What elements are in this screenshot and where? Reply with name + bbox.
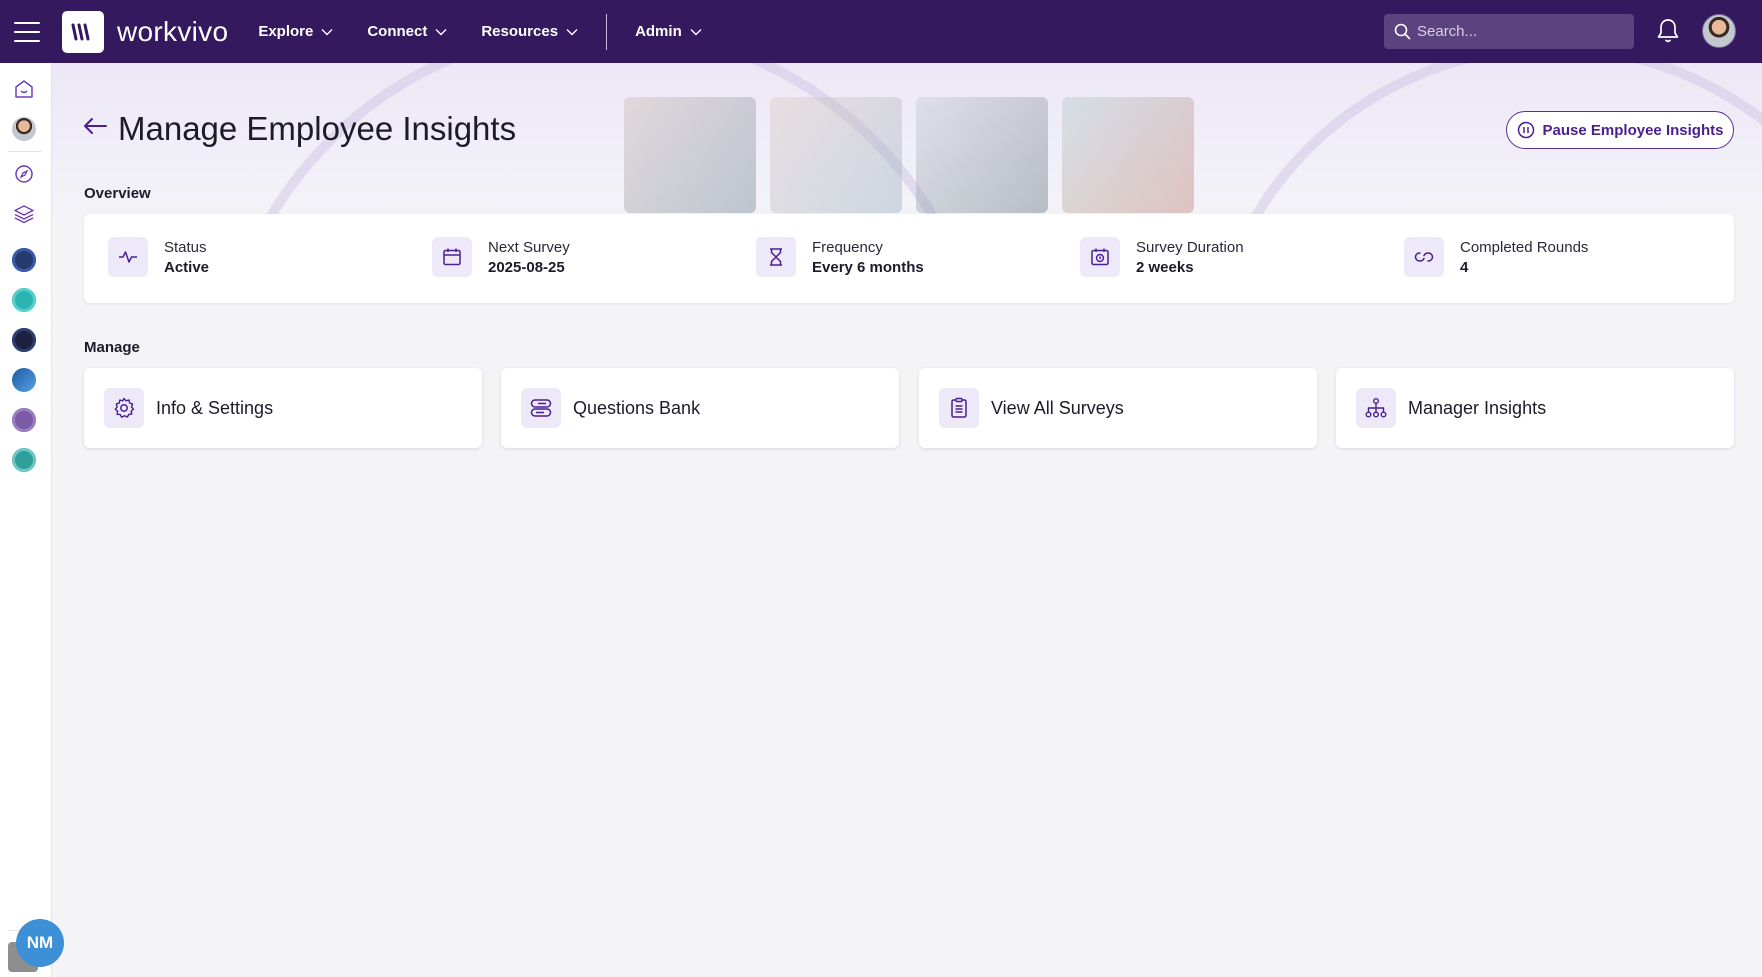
notifications-bell-icon[interactable] [1656, 18, 1680, 49]
view-all-surveys-card[interactable]: View All Surveys [919, 368, 1317, 448]
space-avatar-4[interactable] [12, 368, 36, 392]
space-avatar-3[interactable] [12, 328, 36, 352]
manager-insights-card[interactable]: Manager Insights [1336, 368, 1734, 448]
nav-divider [606, 13, 608, 50]
overview-value: Active [164, 259, 210, 276]
timer-icon [1080, 237, 1120, 277]
overview-value: 2025-08-25 [488, 259, 565, 276]
left-sidebar [0, 63, 52, 977]
overview-item-next-survey: Next Survey 2025-08-25 [432, 237, 570, 278]
nav-connect-label: Connect [367, 23, 428, 40]
gear-icon [104, 388, 144, 428]
hero-photo-4 [1062, 97, 1194, 213]
hero-photo-2 [770, 97, 902, 213]
database-icon [521, 388, 561, 428]
manage-heading: Manage [84, 339, 140, 356]
back-arrow-icon[interactable] [82, 116, 108, 141]
chevron-down-icon [321, 28, 333, 35]
pause-button-label: Pause Employee Insights [1542, 121, 1724, 139]
overview-label: Survey Duration [1136, 239, 1244, 256]
chevron-down-icon [690, 28, 702, 35]
top-navigation-bar: workvivo Explore Connect Resources Admin [0, 0, 1762, 63]
space-avatar-2[interactable] [12, 288, 36, 312]
loop-icon [1404, 237, 1444, 277]
pause-circle-icon [1517, 121, 1534, 139]
chevron-down-icon [566, 28, 578, 35]
overview-heading: Overview [84, 185, 151, 202]
overview-label: Frequency [812, 239, 883, 256]
card-label: View All Surveys [991, 397, 1124, 418]
search-input[interactable] [1417, 23, 1617, 40]
hourglass-icon [756, 237, 796, 277]
overview-item-frequency: Frequency Every 6 months [756, 237, 924, 278]
page-title: Manage Employee Insights [118, 110, 517, 147]
clipboard-icon [939, 388, 979, 428]
overview-item-completed-rounds: Completed Rounds 4 [1404, 237, 1588, 278]
nav-connect[interactable]: Connect [367, 23, 447, 40]
nav-resources[interactable]: Resources [481, 23, 578, 40]
hero-photo-3 [916, 97, 1048, 213]
profile-avatar[interactable] [12, 117, 36, 141]
card-label: Questions Bank [573, 397, 701, 418]
space-avatar-5[interactable] [12, 408, 36, 432]
calendar-icon [432, 237, 472, 277]
overview-label: Status [164, 239, 207, 256]
overview-item-survey-duration: Survey Duration 2 weeks [1080, 237, 1244, 278]
main-nav: Explore Connect Resources Admin [258, 0, 735, 63]
pause-employee-insights-button[interactable]: Pause Employee Insights [1506, 111, 1734, 149]
search-box[interactable] [1384, 14, 1634, 49]
chevron-down-icon [435, 28, 447, 35]
hero-photo-1 [624, 97, 756, 213]
card-label: Manager Insights [1408, 397, 1547, 418]
org-chart-icon [1356, 388, 1396, 428]
nav-explore[interactable]: Explore [258, 23, 333, 40]
nav-admin[interactable]: Admin [635, 23, 702, 40]
overview-label: Next Survey [488, 239, 570, 256]
overview-card: Status Active Next Survey 2025-08-25 Fre… [84, 214, 1734, 303]
sidebar-divider [8, 151, 42, 152]
workvivo-logo-icon[interactable] [62, 10, 104, 53]
logo-text: workvivo [117, 15, 229, 47]
layers-icon[interactable] [12, 202, 36, 226]
search-icon [1394, 23, 1411, 40]
home-icon[interactable] [12, 77, 36, 101]
activity-icon [108, 237, 148, 277]
nav-resources-label: Resources [481, 23, 559, 40]
user-avatar[interactable] [1702, 14, 1736, 48]
space-avatar-6[interactable] [12, 448, 36, 472]
overview-value: Every 6 months [812, 259, 924, 276]
overview-value: 2 weeks [1136, 259, 1194, 276]
questions-bank-card[interactable]: Questions Bank [501, 368, 899, 448]
hamburger-menu-icon[interactable] [14, 21, 40, 42]
overview-item-status: Status Active [108, 237, 209, 278]
overview-label: Completed Rounds [1460, 239, 1589, 256]
compass-icon[interactable] [12, 162, 36, 186]
user-initials-badge[interactable]: NM [16, 919, 64, 967]
nav-admin-label: Admin [635, 23, 682, 40]
card-label: Info & Settings [156, 397, 274, 418]
nav-explore-label: Explore [258, 23, 314, 40]
space-avatar-1[interactable] [12, 248, 36, 272]
info-settings-card[interactable]: Info & Settings [84, 368, 482, 448]
overview-value: 4 [1460, 259, 1469, 276]
